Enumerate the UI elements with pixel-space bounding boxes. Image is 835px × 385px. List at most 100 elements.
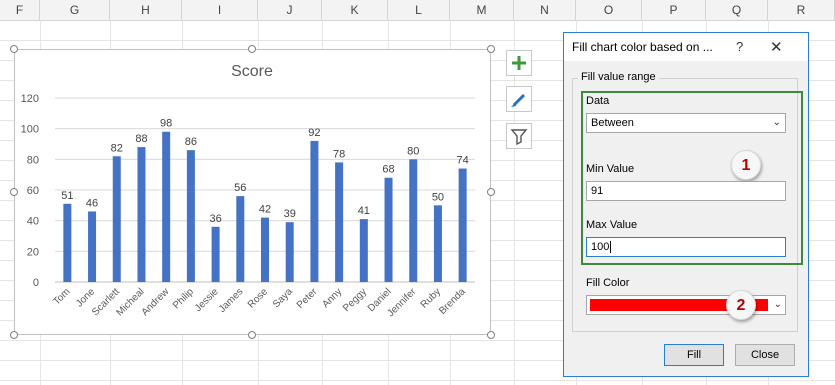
resize-handle-bottom-right[interactable] bbox=[487, 331, 495, 339]
brush-icon bbox=[511, 93, 526, 107]
y-tick-label: 80 bbox=[27, 154, 39, 166]
column-header-r[interactable]: R bbox=[768, 0, 835, 20]
bar[interactable] bbox=[458, 168, 467, 282]
column-header-h[interactable]: H bbox=[110, 0, 182, 20]
dialog-titlebar[interactable]: Fill chart color based on ... ? ✕ bbox=[564, 33, 808, 61]
data-label: 46 bbox=[86, 197, 98, 209]
data-label: 80 bbox=[407, 145, 419, 157]
x-tick-label: Tom bbox=[51, 286, 72, 307]
data-label: 39 bbox=[284, 208, 296, 220]
data-select-value: Between bbox=[591, 117, 634, 129]
chart-styles-button[interactable] bbox=[506, 86, 532, 112]
x-tick-label: Peter bbox=[295, 286, 320, 311]
bar[interactable] bbox=[384, 177, 393, 282]
resize-handle-top-left[interactable] bbox=[10, 45, 18, 53]
data-label: 74 bbox=[457, 155, 469, 167]
x-tick-label: Jessie bbox=[193, 286, 221, 314]
column-header-m[interactable]: M bbox=[450, 0, 514, 20]
y-tick-label: 40 bbox=[27, 216, 39, 228]
fill-color-label: Fill Color bbox=[586, 277, 630, 289]
bar[interactable] bbox=[211, 226, 220, 282]
resize-handle-left[interactable] bbox=[10, 188, 18, 196]
bar[interactable] bbox=[433, 205, 442, 282]
data-label: 92 bbox=[308, 127, 320, 139]
bar[interactable] bbox=[112, 156, 121, 282]
fill-value-range-label: Fill value range bbox=[578, 71, 659, 83]
bar[interactable] bbox=[261, 217, 269, 282]
x-tick-label: Brenda bbox=[437, 286, 468, 317]
filter-icon bbox=[510, 129, 528, 146]
score-bar-chart: Score 02040608010012051Tom46Jone82Scarle… bbox=[21, 63, 475, 319]
data-label: 41 bbox=[358, 205, 370, 217]
column-header-o[interactable]: O bbox=[576, 0, 642, 20]
data-label: 82 bbox=[111, 142, 123, 154]
min-value-label: Min Value bbox=[586, 163, 635, 175]
data-label: 50 bbox=[432, 191, 444, 203]
min-value-field[interactable]: 91 bbox=[586, 181, 786, 201]
max-value-text: 100 bbox=[591, 241, 610, 253]
max-value-label: Max Value bbox=[586, 219, 638, 231]
x-tick-label: Jennifer bbox=[385, 286, 418, 319]
data-label: 56 bbox=[234, 182, 246, 194]
bar[interactable] bbox=[359, 219, 368, 282]
data-select[interactable]: Between ⌄ bbox=[586, 113, 786, 133]
column-header-p[interactable]: P bbox=[642, 0, 706, 20]
column-header-q[interactable]: Q bbox=[706, 0, 768, 20]
column-header-f[interactable]: F bbox=[0, 0, 40, 20]
help-icon[interactable]: ? bbox=[736, 39, 743, 54]
min-value-text: 91 bbox=[591, 185, 604, 197]
fill-chart-color-dialog: Fill chart color based on ... ? ✕ Fill v… bbox=[563, 32, 809, 377]
bar[interactable] bbox=[137, 147, 146, 282]
y-tick-label: 120 bbox=[21, 93, 39, 105]
data-label: 42 bbox=[259, 204, 271, 216]
chart-elements-button[interactable] bbox=[506, 50, 532, 76]
y-tick-label: 20 bbox=[27, 246, 39, 258]
column-header-l[interactable]: L bbox=[388, 0, 450, 20]
max-value-field[interactable]: 100 bbox=[586, 237, 786, 257]
chevron-down-icon: ⌄ bbox=[772, 117, 781, 128]
bar[interactable] bbox=[236, 196, 245, 282]
chevron-down-icon: ⌄ bbox=[773, 299, 782, 310]
resize-handle-top[interactable] bbox=[248, 45, 256, 53]
bar[interactable] bbox=[88, 211, 97, 282]
column-header-i[interactable]: I bbox=[182, 0, 258, 20]
score-chart[interactable]: Score 0 20 40 60 80 100 120 51 Tom 46 Jone 82 Scarle… bbox=[14, 49, 491, 335]
x-tick-label: Rose bbox=[246, 286, 271, 311]
y-tick-label: 0 bbox=[33, 277, 39, 289]
column-header-g[interactable]: G bbox=[40, 0, 110, 20]
column-header-k[interactable]: K bbox=[322, 0, 388, 20]
data-label: 78 bbox=[333, 148, 345, 160]
data-label: 88 bbox=[135, 133, 147, 145]
column-header-row: F G H I J K L M N O P Q R bbox=[0, 0, 835, 21]
resize-handle-bottom-left[interactable] bbox=[10, 331, 18, 339]
x-tick-label: Andrew bbox=[140, 286, 172, 318]
bar[interactable] bbox=[409, 159, 418, 282]
y-tick-label: 100 bbox=[21, 124, 39, 136]
resize-handle-top-right[interactable] bbox=[487, 45, 495, 53]
chart-title: Score bbox=[231, 63, 273, 80]
x-tick-label: Saya bbox=[271, 286, 295, 310]
dialog-title: Fill chart color based on ... bbox=[572, 40, 713, 54]
bar[interactable] bbox=[63, 203, 72, 282]
data-label: 98 bbox=[160, 118, 172, 130]
column-header-n[interactable]: N bbox=[514, 0, 576, 20]
bar[interactable] bbox=[335, 162, 344, 282]
fill-color-picker[interactable]: ⌄ bbox=[586, 295, 786, 315]
resize-handle-bottom[interactable] bbox=[248, 331, 256, 339]
plus-icon bbox=[512, 56, 526, 70]
close-icon[interactable]: ✕ bbox=[770, 38, 783, 56]
fill-button[interactable]: Fill bbox=[664, 344, 724, 366]
resize-handle-right[interactable] bbox=[487, 188, 495, 196]
column-header-j[interactable]: J bbox=[258, 0, 322, 20]
bar[interactable] bbox=[162, 131, 171, 282]
close-button[interactable]: Close bbox=[735, 344, 795, 366]
data-label: 68 bbox=[382, 164, 394, 176]
bar[interactable] bbox=[310, 140, 319, 282]
step-2-badge: 2 bbox=[726, 290, 756, 320]
bar[interactable] bbox=[186, 150, 195, 282]
bar[interactable] bbox=[285, 222, 294, 282]
x-tick-label: Philip bbox=[171, 286, 196, 311]
data-label: 86 bbox=[185, 136, 197, 148]
y-tick-label: 60 bbox=[27, 185, 39, 197]
chart-filters-button[interactable] bbox=[506, 123, 532, 149]
